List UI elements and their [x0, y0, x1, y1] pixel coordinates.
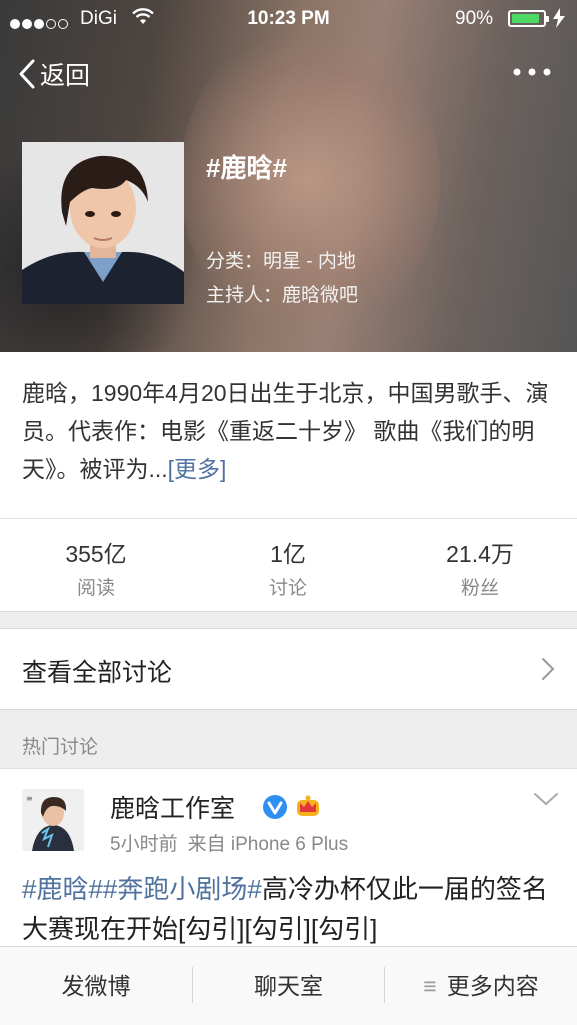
- more-link[interactable]: [更多]: [168, 456, 227, 482]
- chat-room-label: 聊天室: [254, 973, 323, 999]
- chevron-down-icon[interactable]: [533, 791, 559, 812]
- more-content-label: 更多内容: [446, 973, 539, 999]
- view-all-discussions-row[interactable]: 查看全部讨论: [0, 628, 577, 710]
- topic-description: 鹿晗，1990年4月20日出生于北京，中国男歌手、演员。代表作：电影《重返二十岁…: [0, 352, 577, 518]
- chevron-right-icon: [541, 657, 555, 686]
- stat-value: 355亿: [65, 541, 127, 567]
- stat-value: 1亿: [270, 541, 306, 567]
- post-meta: 5小时前 来自 iPhone 6 Plus: [110, 829, 358, 856]
- stat-label: 阅读: [76, 578, 115, 599]
- crown-icon: [294, 792, 322, 825]
- stats-bar: 355亿 阅读 1亿 讨论 21.4万 粉丝: [0, 518, 577, 612]
- topic-title: #鹿晗#: [206, 153, 287, 183]
- verified-icon: [262, 794, 288, 825]
- post-weibo-button[interactable]: 发微博: [0, 947, 192, 1025]
- bottom-toolbar: 发微博 聊天室 ≡ 更多内容: [0, 946, 577, 1025]
- hashtag-link[interactable]: #奔跑小剧场#: [103, 874, 262, 904]
- chevron-left-icon: [19, 59, 35, 89]
- back-button[interactable]: 返回: [18, 56, 90, 92]
- charging-icon: [553, 8, 565, 34]
- status-bar: DiGi 10:23 PM 90%: [0, 0, 577, 38]
- stat-reads: 355亿 阅读: [0, 535, 192, 600]
- post-author-name[interactable]: 鹿晗工作室: [110, 789, 235, 825]
- menu-icon: ≡: [423, 973, 437, 999]
- stat-discussions: 1亿 讨论: [192, 535, 384, 600]
- topic-category: 分类：明星 - 内地: [206, 251, 356, 272]
- battery-icon: [508, 10, 549, 27]
- topic-host: 主持人：鹿晗微吧: [206, 285, 359, 306]
- back-label: 返回: [40, 62, 91, 90]
- battery-level: [512, 14, 539, 23]
- stat-fans: 21.4万 粉丝: [384, 535, 576, 600]
- post-source: 来自 iPhone 6 Plus: [187, 834, 349, 855]
- chat-room-button[interactable]: 聊天室: [193, 947, 384, 1025]
- more-options-button[interactable]: [512, 64, 552, 82]
- post-text: #鹿晗##奔跑小剧场#高冷办杯仅此一届的签名大赛现在开始[勾引][勾引][勾引]: [22, 869, 562, 949]
- post-weibo-label: 发微博: [61, 973, 131, 999]
- hashtag-link[interactable]: #鹿晗#: [22, 874, 103, 904]
- stat-label: 粉丝: [460, 578, 499, 599]
- post-card[interactable]: ≡ 鹿晗工作室 5小时前 来自 iPhone 6 Plus #鹿晗##奔跑小剧场#…: [0, 768, 577, 949]
- battery-percent: 90%: [455, 8, 494, 29]
- topic-header: DiGi 10:23 PM 90% 返回 #鹿晗# 分类：明星 - 内地 主持人…: [0, 0, 577, 352]
- description-text: 鹿晗，1990年4月20日出生于北京，中国男歌手、演员。代表作：电影《重返二十岁…: [22, 380, 549, 482]
- stat-label: 讨论: [268, 578, 307, 599]
- more-content-button[interactable]: ≡ 更多内容: [385, 947, 577, 1025]
- more-dots-icon: [513, 68, 551, 76]
- topic-avatar: [22, 142, 184, 304]
- post-time: 5小时前: [110, 834, 178, 855]
- stat-value: 21.4万: [446, 541, 514, 567]
- hot-discussion-heading: 热门讨论: [22, 737, 99, 758]
- svg-text:≡: ≡: [26, 794, 33, 803]
- view-all-label: 查看全部讨论: [22, 659, 173, 687]
- post-author-avatar[interactable]: ≡: [22, 789, 84, 851]
